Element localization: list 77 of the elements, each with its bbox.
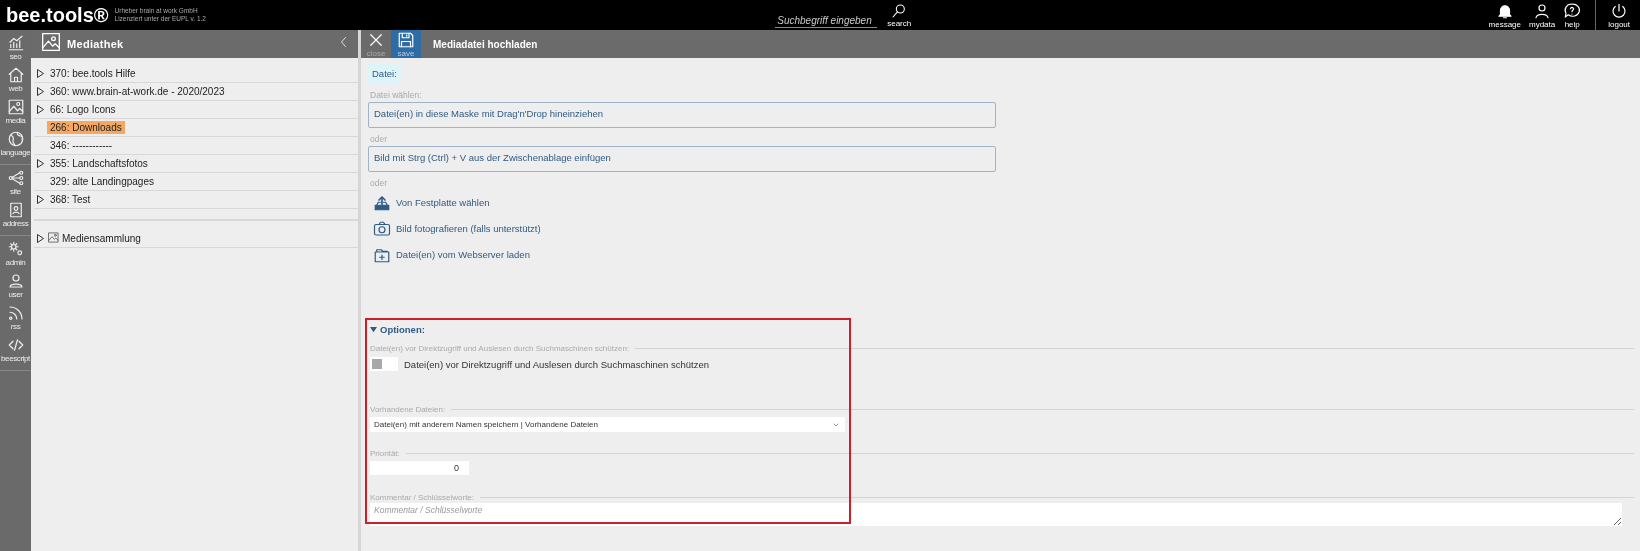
action-link[interactable]: Datei(en) vom Webserver laden <box>373 243 530 266</box>
nav-button[interactable]: media <box>0 97 31 126</box>
save-button[interactable]: save <box>391 30 421 58</box>
options-toggle[interactable]: Optionen: <box>370 324 425 335</box>
header-button[interactable]: message <box>1484 1 1525 29</box>
expand-arrow-icon <box>37 159 44 168</box>
globe-icon <box>6 130 25 148</box>
collapse-arrow-icon <box>370 326 377 333</box>
comment-field[interactable]: Kommentar / Schlüsselworte <box>370 503 1622 526</box>
paste-zone[interactable]: Bild mit Strg (Ctrl) + V aus der Zwischenablage einfügen <box>368 146 996 172</box>
nav-button[interactable]: seo <box>0 33 31 62</box>
image-icon <box>6 98 25 116</box>
search-icon <box>891 2 908 19</box>
toggle-label: Datei(en) vor Direktzugriff und Auslesen durch Suchmaschinen schützen <box>404 358 710 370</box>
field-label: Priorität: <box>370 449 400 458</box>
tree-item[interactable]: 66: Logo Icons <box>34 101 358 119</box>
upload-icon <box>373 193 391 212</box>
tree-item[interactable]: 368: Test <box>34 191 358 209</box>
toggle-switch[interactable] <box>370 357 398 371</box>
nav-button[interactable]: site <box>0 168 31 197</box>
separator-text: oder <box>370 178 388 188</box>
tree-item[interactable]: 346: ------------ <box>34 137 358 155</box>
code-icon <box>6 336 25 354</box>
logo: bee.tools® <box>6 3 109 27</box>
sitemap-icon <box>6 169 25 187</box>
user-icon <box>1533 1 1552 20</box>
power-icon <box>1610 1 1629 20</box>
panel-title: Mediathek <box>67 38 124 50</box>
drop-zone[interactable]: Datei(en) in diese Maske mit Drag'n'Drop hineinziehen <box>368 102 996 128</box>
field-label: Kommentar / Schlüsselworte: <box>370 493 475 502</box>
tree-item-label: 355: Landschaftsfotos <box>49 157 149 170</box>
nav-button[interactable]: language <box>0 129 31 158</box>
search-field[interactable]: Suchbegriff eingeben <box>775 14 878 28</box>
nav-button[interactable]: beescript <box>0 335 31 364</box>
image-icon <box>41 32 61 52</box>
tree-item[interactable]: 355: Landschaftsfotos <box>34 155 358 173</box>
tree-item-label: 346: ------------ <box>49 139 114 152</box>
nav-button[interactable]: rss <box>0 303 31 332</box>
image-icon <box>48 231 59 243</box>
expand-arrow-icon <box>37 233 44 243</box>
camera-icon <box>373 219 391 238</box>
expand-arrow-icon <box>37 195 44 204</box>
dropdown[interactable]: Datei(en) mit anderem Namen speichern | Vorhandene Dateien <box>370 417 845 432</box>
tree-item-label: Mediensammlung <box>62 232 141 244</box>
action-link[interactable]: Bild fotografieren (falls unterstützt) <box>373 217 541 240</box>
nav-button[interactable]: user <box>0 271 31 300</box>
tree-item-label: 368: Test <box>49 193 92 206</box>
tree-item[interactable]: 266: Downloads <box>34 119 358 137</box>
floppy-disk-icon <box>397 30 415 49</box>
field-label: Vorhandene Dateien: <box>370 405 446 414</box>
panel-title: Mediadatei hochladen <box>433 38 538 50</box>
field-label: Datei wählen: <box>370 90 423 100</box>
tree-item-label: 329: alte Landingpages <box>49 175 155 188</box>
tree-item-label: 370: bee.tools Hilfe <box>49 67 137 80</box>
action-link[interactable]: Von Festplatte wählen <box>373 191 490 214</box>
tree-item[interactable]: 360: www.brain-at-work.de - 2020/2023 <box>34 83 358 101</box>
tree-item-label: 66: Logo Icons <box>49 103 117 116</box>
search-button[interactable]: search <box>883 2 916 28</box>
priority-field[interactable]: 0 <box>370 461 469 475</box>
section-tab[interactable]: Datei: <box>368 64 401 84</box>
bar-chart-icon <box>6 34 25 52</box>
nav-button[interactable]: address <box>0 200 31 229</box>
rss-icon <box>6 304 25 322</box>
gears-icon <box>6 240 25 258</box>
nav-button[interactable]: web <box>0 65 31 94</box>
tree-item[interactable]: 329: alte Landingpages <box>34 173 358 191</box>
header-button[interactable]: mydata <box>1525 1 1560 29</box>
nav-button[interactable]: admin <box>0 239 31 268</box>
tree-item[interactable]: Mediensammlung <box>34 219 358 248</box>
logout-button[interactable]: logout <box>1604 1 1634 29</box>
tree-item-label: 266: Downloads <box>47 121 125 134</box>
tree-item[interactable]: 370: bee.tools Hilfe <box>34 65 358 83</box>
home-icon <box>6 66 25 84</box>
help-icon <box>1563 1 1582 20</box>
tree-item-label: 360: www.brain-at-work.de - 2020/2023 <box>49 85 226 98</box>
header-button[interactable]: help <box>1559 1 1586 29</box>
separator-text: oder <box>370 134 388 144</box>
